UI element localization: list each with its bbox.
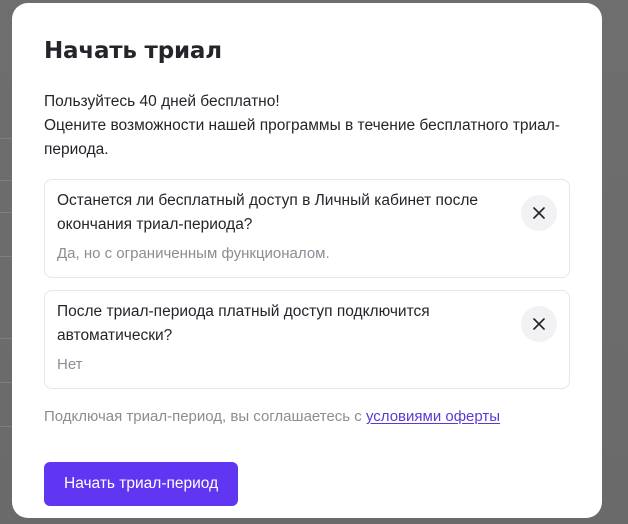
close-icon xyxy=(533,318,545,330)
modal-intro: Пользуйтесь 40 дней бесплатно! Оцените в… xyxy=(44,90,570,162)
modal-title: Начать триал xyxy=(44,38,222,64)
faq-item-auto-paid-access: После триал-периода платный доступ подкл… xyxy=(44,290,570,389)
backdrop-divider xyxy=(0,212,12,213)
backdrop-divider xyxy=(0,338,12,339)
trial-modal: Начать триал Пользуйтесь 40 дней бесплат… xyxy=(12,3,602,518)
intro-line-evaluate: Оцените возможности нашей программы в те… xyxy=(44,117,560,158)
terms-notice: Подключая триал-период, вы соглашаетесь … xyxy=(44,406,570,428)
start-trial-button[interactable]: Начать триал-период xyxy=(44,462,239,506)
backdrop-divider xyxy=(0,426,12,427)
intro-line-free-days: Пользуйтесь 40 дней бесплатно! xyxy=(44,93,280,110)
terms-prefix: Подключая триал-период, вы соглашаетесь … xyxy=(44,408,366,425)
faq-question: После триал-периода платный доступ подкл… xyxy=(57,303,430,344)
faq-item-access-after-trial: Останется ли бесплатный доступ в Личный … xyxy=(44,179,570,278)
faq-close-button[interactable] xyxy=(521,195,557,231)
backdrop-divider xyxy=(0,138,12,139)
backdrop-divider xyxy=(0,256,12,257)
faq-close-button[interactable] xyxy=(521,306,557,342)
faq-question: Останется ли бесплатный доступ в Личный … xyxy=(57,192,478,233)
faq-answer: Нет xyxy=(57,356,83,373)
close-icon xyxy=(533,207,545,219)
faq-answer: Да, но с ограниченным функционалом. xyxy=(57,245,330,262)
backdrop-divider xyxy=(0,180,12,181)
offer-terms-link[interactable]: условиями оферты xyxy=(366,408,500,425)
backdrop-divider xyxy=(0,382,12,383)
